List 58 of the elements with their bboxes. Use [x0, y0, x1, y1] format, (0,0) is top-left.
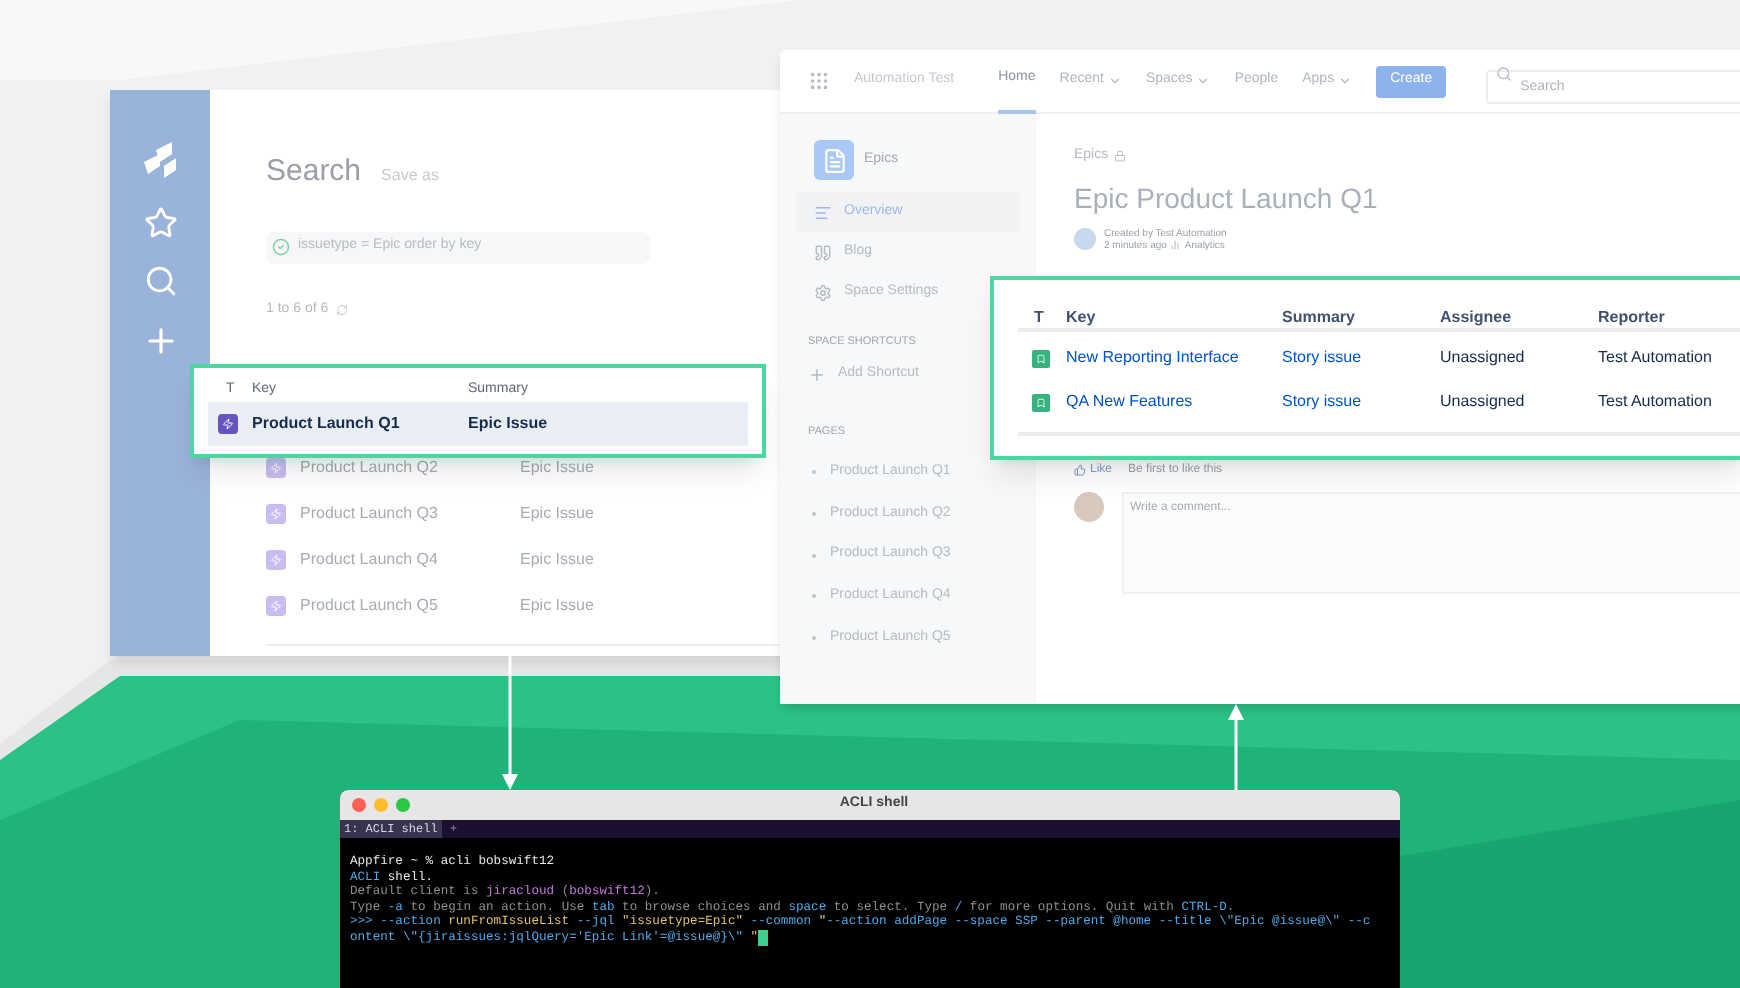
issue-key[interactable]: Product Launch Q2 [300, 456, 520, 480]
space-logo-icon [814, 140, 854, 180]
thumbs-up-icon [1074, 464, 1086, 476]
logo-icon [140, 142, 180, 182]
close-icon[interactable] [352, 798, 366, 812]
column-header: Assignee [1440, 306, 1514, 328]
minimize-icon[interactable] [374, 798, 388, 812]
reporter-cell: Test Automation [1598, 346, 1712, 370]
story-icon [1032, 393, 1050, 411]
epic-icon [266, 504, 286, 524]
result-row[interactable]: Product Launch Q5 Epic Issue [266, 596, 786, 616]
column-header: Reporter [1598, 306, 1665, 328]
sidebar-icon [814, 283, 832, 301]
result-row[interactable]: Product Launch Q4 Epic Issue [266, 550, 786, 570]
column-header: Summary [1282, 306, 1357, 328]
column-header: T [1032, 306, 1046, 328]
issue-summary: Epic Issue [520, 456, 594, 480]
star-icon[interactable] [143, 206, 177, 240]
page-heading: Epic Product Launch Q1 [1074, 179, 1380, 218]
plus-icon [808, 366, 826, 384]
avatar-icon [1074, 491, 1104, 521]
sidebar-icon [814, 243, 832, 261]
summary-link[interactable]: Story issue [1282, 390, 1440, 414]
search-icon[interactable] [143, 264, 177, 298]
epic-icon [266, 596, 286, 616]
issue-key[interactable]: Product Launch Q5 [300, 594, 520, 618]
issue-summary: Epic Issue [520, 502, 594, 526]
issue-key[interactable]: Product Launch Q4 [300, 548, 520, 572]
issue-key[interactable]: Product Launch Q1 [252, 412, 468, 436]
epic-icon [218, 414, 238, 434]
summary-link[interactable]: Story issue [1282, 346, 1440, 370]
column-header: Key [1066, 306, 1098, 328]
save-as-link[interactable]: Save as [381, 164, 439, 188]
issue-key-link[interactable]: QA New Features [1066, 390, 1282, 414]
sidebar-icon [814, 203, 832, 221]
cursor-icon [758, 929, 769, 946]
result-row[interactable]: Product Launch Q2 Epic Issue [266, 458, 786, 478]
epic-icon [266, 550, 286, 570]
issue-key-link[interactable]: New Reporting Interface [1066, 346, 1282, 370]
refresh-icon[interactable] [336, 303, 349, 316]
search-icon [1496, 66, 1513, 82]
issue-key[interactable]: Product Launch Q3 [300, 502, 520, 526]
app-grid-icon[interactable] [808, 70, 830, 92]
issue-summary: Epic Issue [520, 594, 594, 618]
selected-row[interactable]: Product Launch Q1 Epic Issue [208, 402, 748, 446]
issue-summary: Epic Issue [520, 548, 594, 572]
lock-icon [1114, 150, 1127, 163]
reporter-cell: Test Automation [1598, 390, 1712, 414]
assignee-cell-text: Unassigned [1440, 346, 1527, 370]
maximize-icon[interactable] [396, 798, 410, 812]
check-icon [272, 238, 290, 256]
result-row[interactable]: Product Launch Q3 Epic Issue [266, 504, 786, 524]
page-title: Search [266, 152, 362, 192]
issue-summary: Epic Issue [468, 412, 548, 436]
assignee-cell-text: Unassigned [1440, 390, 1527, 414]
chart-icon [1170, 240, 1181, 250]
avatar-icon [1074, 228, 1096, 250]
story-icon [1032, 349, 1050, 367]
